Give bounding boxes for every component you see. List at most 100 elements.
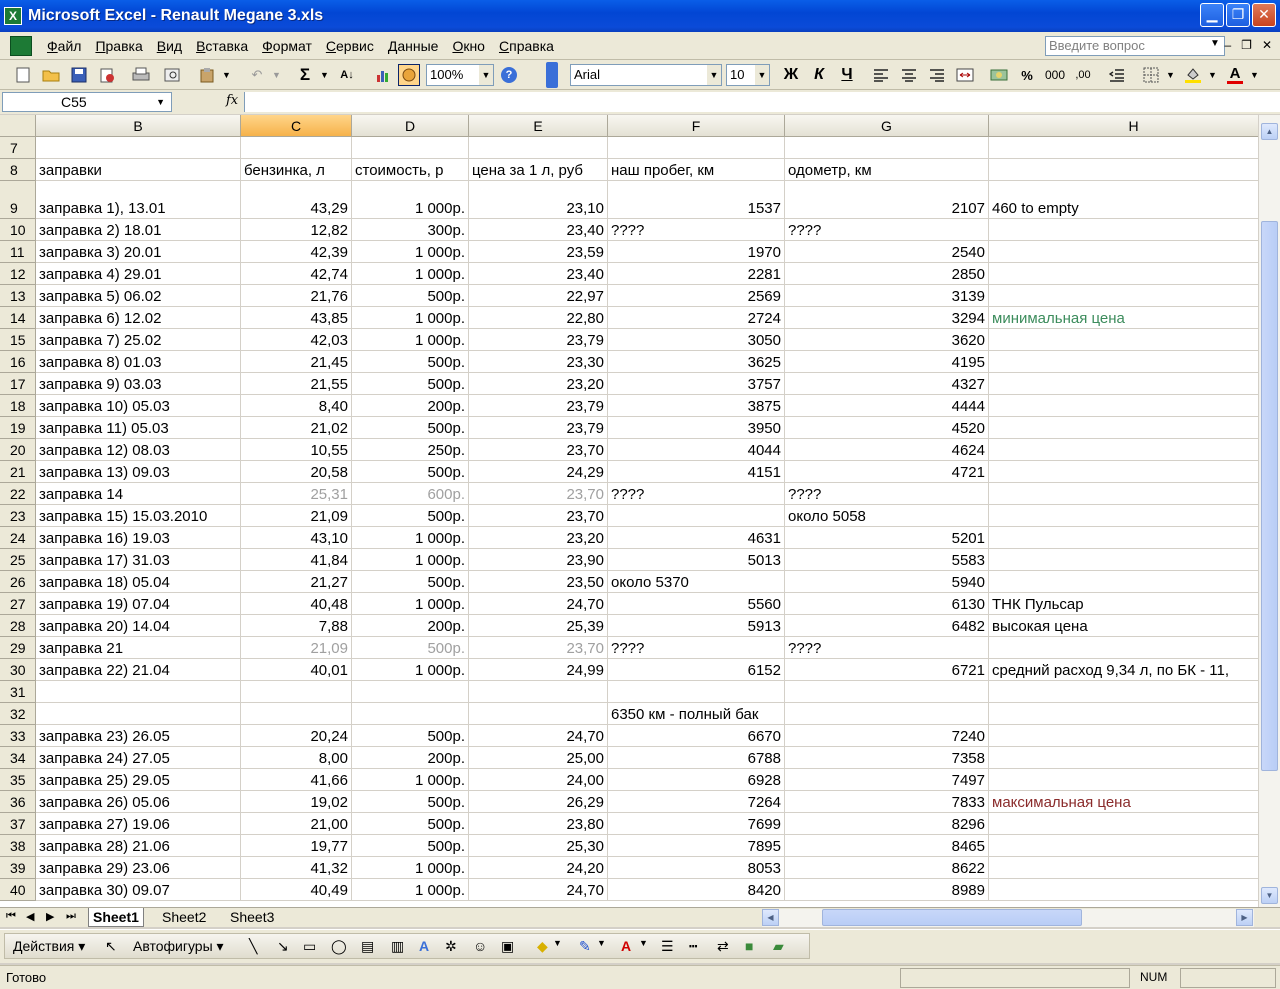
cell-h14[interactable]: минимальная цена (989, 307, 1258, 329)
cell-f8[interactable]: наш пробег, км (608, 159, 785, 181)
cell-h30[interactable]: средний расход 9,34 л, по БК - 11, (989, 659, 1258, 681)
cell-c25[interactable]: 41,84 (241, 549, 352, 571)
cell-g14[interactable]: 3294 (785, 307, 989, 329)
arrow-icon[interactable]: ↘ (277, 938, 289, 955)
row-header[interactable]: 31 (0, 681, 36, 703)
fill-color-icon[interactable]: ◆ (537, 938, 548, 955)
cell-g27[interactable]: 6130 (785, 593, 989, 615)
3d-style-icon[interactable]: ▰ (773, 938, 784, 955)
cell-h38[interactable] (989, 835, 1258, 857)
print-icon[interactable] (130, 64, 152, 86)
cell-f37[interactable]: 7699 (608, 813, 785, 835)
cell-d12[interactable]: 1 000р. (352, 263, 469, 285)
row-header[interactable]: 18 (0, 395, 36, 417)
scroll-down-button[interactable]: ▼ (1261, 887, 1278, 904)
column-header-h[interactable]: H (989, 115, 1258, 137)
help-button[interactable]: ? (498, 64, 520, 86)
column-header-g[interactable]: G (785, 115, 989, 137)
cell-f31[interactable] (608, 681, 785, 703)
cell-e33[interactable]: 24,70 (469, 725, 608, 747)
cell-h20[interactable] (989, 439, 1258, 461)
cell-e7[interactable] (469, 137, 608, 159)
cell-c12[interactable]: 42,74 (241, 263, 352, 285)
cell-g33[interactable]: 7240 (785, 725, 989, 747)
cell-h40[interactable] (989, 879, 1258, 901)
bold-button[interactable]: Ж (780, 64, 802, 86)
cell-c20[interactable]: 10,55 (241, 439, 352, 461)
cell-c15[interactable]: 42,03 (241, 329, 352, 351)
cell-e25[interactable]: 23,90 (469, 549, 608, 571)
cell-b29[interactable]: заправка 21 (36, 637, 241, 659)
cell-h21[interactable] (989, 461, 1258, 483)
cell-h29[interactable] (989, 637, 1258, 659)
cell-f15[interactable]: 3050 (608, 329, 785, 351)
row-header[interactable]: 36 (0, 791, 36, 813)
chevron-down-icon[interactable]: ▼ (156, 93, 165, 111)
cell-d19[interactable]: 500р. (352, 417, 469, 439)
cell-f30[interactable]: 6152 (608, 659, 785, 681)
align-left-icon[interactable] (870, 64, 892, 86)
menu-data[interactable]: Данные (381, 38, 446, 54)
cell-e26[interactable]: 23,50 (469, 571, 608, 593)
cell-f12[interactable]: 2281 (608, 263, 785, 285)
cell-e17[interactable]: 23,20 (469, 373, 608, 395)
cell-h32[interactable] (989, 703, 1258, 725)
cell-e19[interactable]: 23,79 (469, 417, 608, 439)
select-all-corner[interactable] (0, 115, 36, 137)
cell-c36[interactable]: 19,02 (241, 791, 352, 813)
cell-e28[interactable]: 25,39 (469, 615, 608, 637)
cell-h27[interactable]: ТНК Пульсар (989, 593, 1258, 615)
cell-f40[interactable]: 8420 (608, 879, 785, 901)
new-file-icon[interactable] (12, 64, 34, 86)
cell-h36[interactable]: максимальная цена (989, 791, 1258, 813)
scroll-right-button[interactable]: ▶ (1236, 909, 1253, 926)
cell-b31[interactable] (36, 681, 241, 703)
cell-d38[interactable]: 500р. (352, 835, 469, 857)
cell-e14[interactable]: 22,80 (469, 307, 608, 329)
cell-c28[interactable]: 7,88 (241, 615, 352, 637)
cell-g12[interactable]: 2850 (785, 263, 989, 285)
close-button[interactable]: ✕ (1252, 3, 1276, 27)
cell-b22[interactable]: заправка 14 (36, 483, 241, 505)
cell-d21[interactable]: 500р. (352, 461, 469, 483)
cell-c30[interactable]: 40,01 (241, 659, 352, 681)
cell-b27[interactable]: заправка 19) 07.04 (36, 593, 241, 615)
cell-d39[interactable]: 1 000р. (352, 857, 469, 879)
formula-input[interactable] (244, 92, 1280, 112)
cell-b21[interactable]: заправка 13) 09.03 (36, 461, 241, 483)
row-header[interactable]: 22 (0, 483, 36, 505)
cell-f24[interactable]: 4631 (608, 527, 785, 549)
cell-e40[interactable]: 24,70 (469, 879, 608, 901)
cell-c7[interactable] (241, 137, 352, 159)
excel-app-icon[interactable]: X (4, 7, 22, 25)
wordart-icon[interactable]: A (419, 938, 429, 954)
cell-d30[interactable]: 1 000р. (352, 659, 469, 681)
cell-e9[interactable]: 23,10 (469, 181, 608, 219)
row-header[interactable]: 33 (0, 725, 36, 747)
next-sheet-button[interactable]: ▶ (46, 910, 54, 923)
menu-window[interactable]: Окно (445, 38, 492, 54)
cell-d40[interactable]: 1 000р. (352, 879, 469, 901)
cell-e11[interactable]: 23,59 (469, 241, 608, 263)
menu-file[interactable]: Файл (40, 38, 88, 54)
cell-b10[interactable]: заправка 2) 18.01 (36, 219, 241, 241)
cell-f35[interactable]: 6928 (608, 769, 785, 791)
cell-b12[interactable]: заправка 4) 29.01 (36, 263, 241, 285)
cell-h35[interactable] (989, 769, 1258, 791)
drawing-toggle-icon[interactable] (398, 64, 420, 86)
save-icon[interactable] (68, 64, 90, 86)
fill-color-icon[interactable] (1182, 64, 1204, 86)
menu-edit[interactable]: Правка (88, 38, 149, 54)
underline-button[interactable]: Ч (836, 64, 858, 86)
cell-f33[interactable]: 6670 (608, 725, 785, 747)
cell-f19[interactable]: 3950 (608, 417, 785, 439)
dash-style-icon[interactable]: ┅ (689, 938, 697, 955)
cell-c22[interactable]: 25,31 (241, 483, 352, 505)
row-header[interactable]: 23 (0, 505, 36, 527)
cell-c11[interactable]: 42,39 (241, 241, 352, 263)
row-header[interactable]: 14 (0, 307, 36, 329)
cell-b7[interactable] (36, 137, 241, 159)
cell-h13[interactable] (989, 285, 1258, 307)
row-header[interactable]: 35 (0, 769, 36, 791)
chevron-down-icon[interactable]: ▼ (222, 64, 231, 86)
